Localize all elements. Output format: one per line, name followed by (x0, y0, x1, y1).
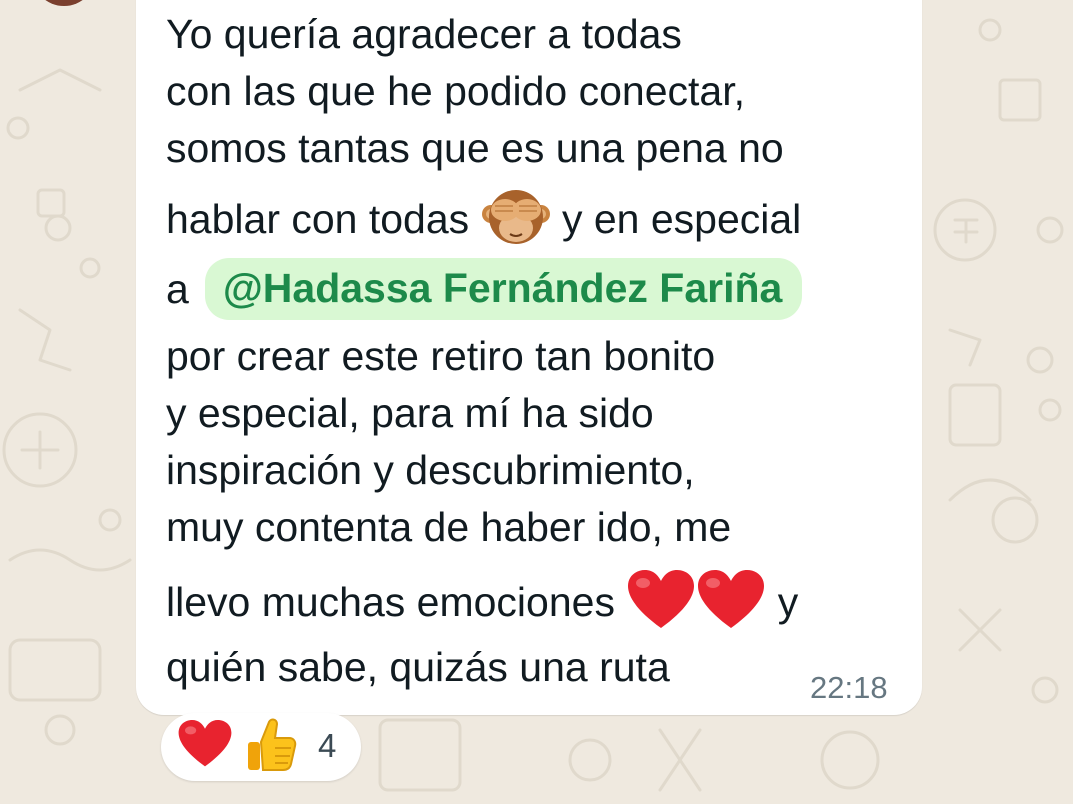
reactions-pill[interactable]: 4 (161, 713, 361, 781)
message-line: y en especial (561, 195, 802, 242)
message-timestamp: 22:18 (810, 670, 888, 705)
message-line: Yo quería agradecer a todas (166, 11, 682, 57)
reaction-count: 4 (318, 727, 337, 764)
message-line-with-emoji: hablar con todas y en especial (166, 184, 801, 260)
thumbs-up-emoji (245, 716, 297, 777)
see-no-evil-monkey-emoji (481, 184, 551, 260)
message-line: con las que he podido conectar, (166, 68, 745, 114)
message-line-with-emoji: llevo muchas emociones y (166, 568, 798, 642)
mention-tag[interactable]: @Hadassa Fernández Fariña (204, 258, 803, 320)
message-line: quién sabe, quizás una ruta (166, 644, 670, 690)
message-line: y (777, 578, 799, 625)
heart-emoji (626, 568, 696, 642)
message-line: muy contenta de haber ido, me (166, 504, 732, 550)
message-line: somos tantas que es una pena no (166, 125, 784, 171)
heart-emoji (177, 718, 233, 775)
message-line: hablar con todas (166, 195, 470, 242)
message-line: por crear este retiro tan bonito (166, 333, 716, 379)
heart-emoji (696, 568, 766, 642)
message-line: inspiración y descubrimiento, (166, 447, 695, 493)
message-line-with-mention: a @Hadassa Fernández Fariña (166, 258, 803, 320)
message-line: a (166, 266, 189, 312)
message-line: y especial, para mí ha sido (166, 390, 654, 436)
message-line: llevo muchas emociones (166, 578, 615, 625)
